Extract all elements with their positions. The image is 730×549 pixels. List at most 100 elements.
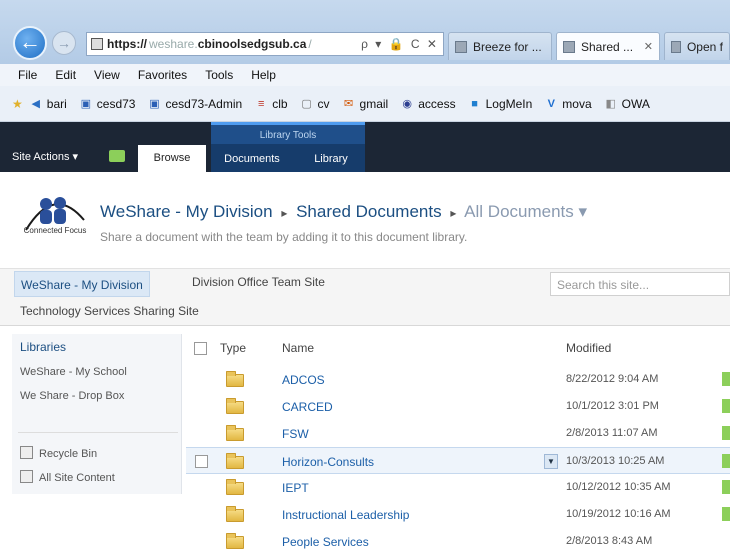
status-marker <box>722 399 730 413</box>
fav-item-bari[interactable]: ◀ bari <box>29 97 67 111</box>
quick-launch-libraries-heading[interactable]: Libraries <box>20 340 66 354</box>
table-row[interactable]: CARCED 10/1/2012 3:01 PM <box>186 393 730 420</box>
forward-button[interactable]: → <box>52 31 76 55</box>
select-all-checkbox[interactable] <box>194 342 207 355</box>
folder-name-link[interactable]: FSW <box>282 427 309 441</box>
tab-label: Breeze for ... <box>473 39 542 54</box>
quick-launch-divider <box>18 432 178 433</box>
ribbon-tab-documents[interactable]: Documents <box>216 146 288 172</box>
site-actions-menu[interactable]: Site Actions ▾ <box>12 150 78 163</box>
table-row-selected[interactable]: Horizon-Consults ▼ 10/3/2013 10:25 AM <box>186 447 730 474</box>
breadcrumb-library[interactable]: Shared Documents <box>296 202 442 221</box>
address-suffix: / <box>308 37 312 51</box>
ribbon-tab-library[interactable]: Library <box>300 146 362 172</box>
column-header-name[interactable]: Name <box>282 341 314 355</box>
breadcrumb-site[interactable]: WeShare - My Division <box>100 202 273 221</box>
modified-date: 10/3/2013 10:25 AM <box>566 455 665 467</box>
status-marker <box>722 372 730 386</box>
mail-icon: ✉ <box>343 97 354 110</box>
fav-label: bari <box>46 96 67 111</box>
fav-item-mova[interactable]: Vmova <box>544 97 592 111</box>
ribbon-tab-browse[interactable]: Browse <box>138 145 206 172</box>
tab-breeze[interactable]: Breeze for ... <box>448 32 552 60</box>
address-host: cbinoolsedgsub.ca <box>197 37 307 51</box>
status-marker <box>722 480 730 494</box>
back-button[interactable]: ← <box>13 26 47 60</box>
folder-name-link[interactable]: People Services <box>282 535 369 549</box>
fav-item-access[interactable]: ◉ access <box>400 97 455 111</box>
folder-name-link[interactable]: Instructional Leadership <box>282 508 409 522</box>
favorites-star-icon[interactable]: ★ <box>12 97 23 111</box>
menu-help[interactable]: Help <box>251 68 276 82</box>
breadcrumb-view-label: All Documents <box>464 202 574 221</box>
fav-label: cv <box>317 96 330 111</box>
menu-edit[interactable]: Edit <box>55 68 76 82</box>
fav-item-cv[interactable]: ▢ cv <box>300 96 330 111</box>
folder-icon <box>226 479 244 495</box>
recycle-bin-icon <box>20 446 33 459</box>
all-site-content-label: All Site Content <box>39 472 115 484</box>
page-icon: ▣ <box>80 97 91 110</box>
navigate-up-folder-icon[interactable] <box>109 150 125 162</box>
chevron-down-icon: ▾ <box>573 202 588 221</box>
tab-open[interactable]: Open f <box>664 32 730 60</box>
item-menu-chevron-down-icon[interactable]: ▼ <box>544 454 558 469</box>
quick-launch-item-my-school[interactable]: WeShare - My School <box>20 366 127 378</box>
people-logo-icon <box>25 197 85 231</box>
table-row[interactable]: IEPT 10/12/2012 10:35 AM <box>186 474 730 501</box>
row-checkbox[interactable] <box>195 455 208 468</box>
address-prefix: weshare. <box>149 37 198 51</box>
address-bar[interactable]: https:// weshare. cbinoolsedgsub.ca / ρ … <box>86 32 444 56</box>
breadcrumb-view[interactable]: All Documents ▾ <box>464 202 587 221</box>
folder-name-link[interactable]: Horizon-Consults <box>282 455 374 469</box>
menu-tools[interactable]: Tools <box>205 68 233 82</box>
site-logo[interactable]: Connected Focus <box>18 190 90 246</box>
folder-name-link[interactable]: ADCOS <box>282 373 325 387</box>
modified-date: 2/8/2013 8:43 AM <box>566 535 653 547</box>
fav-label: gmail <box>359 96 389 111</box>
search-input[interactable]: Search this site... <box>550 272 730 296</box>
folder-name-link[interactable]: CARCED <box>282 400 333 414</box>
table-row[interactable]: FSW 2/8/2013 11:07 AM <box>186 420 730 447</box>
column-header-modified[interactable]: Modified <box>566 341 611 355</box>
column-header-type[interactable]: Type <box>220 341 246 355</box>
modified-date: 2/8/2013 11:07 AM <box>566 427 658 439</box>
nav-item-technology-services[interactable]: Technology Services Sharing Site <box>20 304 199 318</box>
status-marker <box>722 426 730 440</box>
address-tools[interactable]: ρ ▾ 🔒 C ✕ <box>361 37 439 51</box>
recycle-bin-label: Recycle Bin <box>39 448 98 460</box>
table-row[interactable]: Instructional Leadership 10/19/2012 10:1… <box>186 501 730 528</box>
v-icon: V <box>547 97 555 110</box>
menu-file[interactable]: File <box>18 68 37 82</box>
fav-label: clb <box>272 96 288 111</box>
table-row[interactable]: People Services 2/8/2013 8:43 AM <box>186 528 730 549</box>
tab-favicon-icon <box>671 40 681 53</box>
sharepoint-ribbon <box>0 122 730 172</box>
modified-date: 10/19/2012 10:16 AM <box>566 508 671 520</box>
quick-launch-all-site-content[interactable]: All Site Content <box>20 470 115 484</box>
table-row[interactable]: ADCOS 8/22/2012 9:04 AM <box>186 366 730 393</box>
fav-label: access <box>418 96 456 111</box>
fav-label: OWA <box>621 96 650 111</box>
menu-view[interactable]: View <box>94 68 120 82</box>
menu-favorites[interactable]: Favorites <box>138 68 187 82</box>
lock-page-icon <box>91 38 103 50</box>
fav-label: cesd73 <box>96 96 136 111</box>
fav-item-cesd73-admin[interactable]: ▣ cesd73-Admin <box>147 97 242 111</box>
fav-item-owa[interactable]: ◧ OWA <box>604 96 650 111</box>
folder-icon <box>226 425 244 441</box>
status-marker <box>722 454 730 468</box>
fav-item-gmail[interactable]: ✉ gmail <box>342 96 389 111</box>
nav-item-weshare-my-division[interactable]: WeShare - My Division <box>14 271 150 297</box>
nav-item-division-office[interactable]: Division Office Team Site <box>192 275 325 289</box>
fav-item-clb[interactable]: ≡ clb <box>254 96 288 111</box>
quick-launch-item-drop-box[interactable]: We Share - Drop Box <box>20 390 124 402</box>
fav-item-logmein[interactable]: ■ LogMeIn <box>468 97 532 111</box>
tab-shared-documents[interactable]: Shared ... ✕ <box>556 32 660 60</box>
folder-icon <box>226 371 244 387</box>
quick-launch-recycle-bin[interactable]: Recycle Bin <box>20 446 97 460</box>
folder-name-link[interactable]: IEPT <box>282 481 309 495</box>
close-tab-icon[interactable]: ✕ <box>640 40 653 53</box>
logo-text: Connected Focus <box>23 226 87 235</box>
fav-item-cesd73[interactable]: ▣ cesd73 <box>79 97 136 111</box>
